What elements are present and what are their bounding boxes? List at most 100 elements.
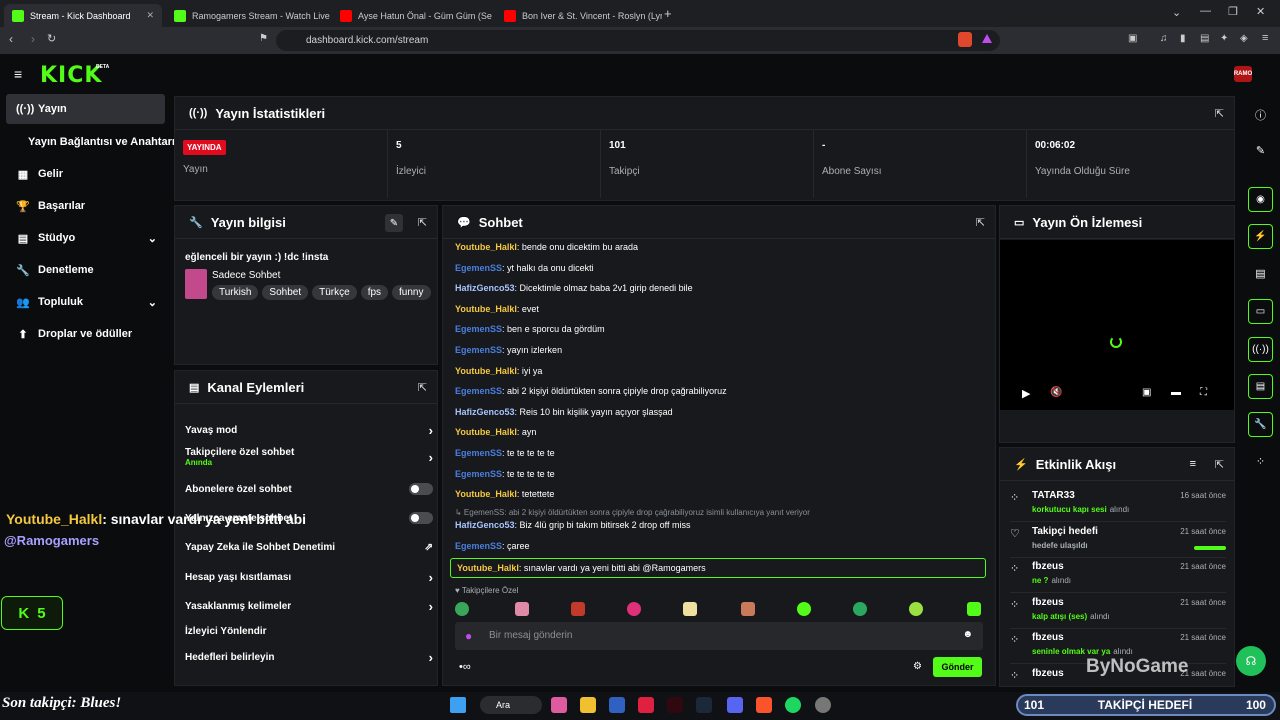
lightning-icon[interactable]: ⚡	[1248, 224, 1273, 249]
sidebar-item-yayin[interactable]: ((·)) Yayın	[6, 94, 165, 124]
theater-icon[interactable]: ▬	[1171, 387, 1181, 398]
music-icon[interactable]: ♫	[1160, 33, 1168, 44]
tab-bon-iver[interactable]: Bon Iver & St. Vincent - Roslyn (Lyrics	[496, 4, 662, 27]
chat-message[interactable]: EgemenSS: te te te te te	[455, 448, 555, 458]
sidebar-icon[interactable]: ▮	[1180, 33, 1186, 44]
emote-icon[interactable]	[741, 602, 755, 616]
edit-icon[interactable]: ✎	[385, 214, 403, 232]
highlighted-chat-message[interactable]: Youtube_Halkl: sınavlar vardı ya yeni bi…	[450, 558, 986, 578]
windows-start-icon[interactable]	[450, 697, 466, 713]
document-icon[interactable]: ▤	[1248, 261, 1273, 286]
tab-ramogamers[interactable]: Ramogamers Stream - Watch Live on	[166, 4, 332, 27]
emote-icon[interactable]	[455, 602, 469, 616]
banned-words-row[interactable]: Yasaklanmış kelimeler ›	[185, 599, 433, 614]
chat-message[interactable]: Youtube_Halkl: ayn	[455, 427, 536, 437]
app-icon[interactable]	[667, 697, 683, 713]
hamburger-icon[interactable]: ≡	[14, 66, 22, 82]
emote-icon[interactable]	[909, 602, 923, 616]
minimize-icon[interactable]: —	[1200, 5, 1211, 17]
tab-ayse-hatun[interactable]: Ayse Hatun Önal - Güm Güm (Se	[332, 4, 496, 27]
close-tab-icon[interactable]: ✕	[138, 10, 154, 21]
bookmark-icon[interactable]: ⚑	[259, 33, 268, 44]
expand-icon[interactable]: ⇱	[1215, 458, 1224, 471]
chat-message[interactable]: HafizGenco53: Reis 10 bin kişilik yayın …	[455, 407, 673, 417]
followers-only-row[interactable]: Takipçilere özel sohbet Anında ›	[185, 447, 433, 467]
back-icon[interactable]: ‹	[9, 32, 13, 46]
brave-rewards-icon[interactable]	[982, 34, 992, 43]
chat-message[interactable]: Youtube_Halkl: tetettete	[455, 489, 554, 499]
app-icon[interactable]	[609, 697, 625, 713]
ai-moderation-row[interactable]: Yapay Zeka ile Sohbet Denetimi ⇗	[185, 542, 433, 553]
emote-icon[interactable]	[571, 602, 585, 616]
emote-icon[interactable]	[627, 602, 641, 616]
expand-icon[interactable]: ⇱	[418, 381, 427, 394]
forward-icon[interactable]: ›	[31, 32, 35, 46]
slow-mode-row[interactable]: Yavaş mod ›	[185, 423, 433, 438]
app-icon[interactable]	[815, 697, 831, 713]
support-icon[interactable]: ☊	[1236, 646, 1266, 676]
wallet-icon[interactable]: ▤	[1200, 33, 1209, 44]
chat-message[interactable]: EgemenSS: yayın izlerken	[455, 345, 562, 355]
fullscreen-icon[interactable]: ⛶	[1200, 387, 1207, 398]
new-tab-button[interactable]: +	[664, 6, 672, 21]
gear-icon[interactable]: ⚙	[913, 661, 922, 672]
sidebar-item-topluluk[interactable]: 👥 Topluluk ⌄	[6, 287, 165, 317]
video-player[interactable]	[1000, 240, 1234, 410]
leo-icon[interactable]: ✦	[1220, 33, 1228, 44]
close-window-icon[interactable]: ✕	[1256, 5, 1265, 18]
user-avatar[interactable]: RAMO	[1234, 66, 1252, 82]
copilot-icon[interactable]	[551, 697, 567, 713]
maximize-icon[interactable]: ❐	[1228, 5, 1238, 18]
chat-message[interactable]: Youtube_Halkl: bende onu dicektim bu ara…	[455, 242, 638, 252]
emote-icon[interactable]	[683, 602, 697, 616]
broadcast-icon[interactable]: ((·))	[1248, 337, 1273, 362]
expand-icon[interactable]: ⇱	[418, 216, 427, 229]
chat-tools-icon[interactable]: •∞	[459, 661, 471, 673]
pencil-icon[interactable]: ✎	[1248, 138, 1273, 163]
spotify-icon[interactable]	[785, 697, 801, 713]
vpn-icon[interactable]: ◈	[1240, 33, 1248, 44]
tab-kick-dashboard[interactable]: Stream - Kick Dashboard ✕	[4, 4, 162, 27]
expand-icon[interactable]: ⇱	[976, 216, 985, 229]
wrench-icon[interactable]: 🔧	[1248, 412, 1273, 437]
sidebar-item-studyo[interactable]: ▤ Stüdyo ⌄	[6, 223, 165, 253]
brave-icon[interactable]	[756, 697, 772, 713]
app-icon[interactable]	[638, 697, 654, 713]
host-row[interactable]: İzleyici Yönlendir	[185, 626, 433, 637]
tab-list-icon[interactable]: ⌄	[1172, 6, 1181, 19]
layout-icon[interactable]: ▤	[1248, 374, 1273, 399]
extensions-icon[interactable]: ▣	[1128, 33, 1137, 44]
send-button[interactable]: Gönder	[933, 657, 982, 677]
emote-only-toggle[interactable]	[409, 512, 433, 524]
sidebar-item-gelir[interactable]: ▦ Gelir	[6, 159, 165, 189]
chat-icon[interactable]: ▭	[1248, 299, 1273, 324]
reload-icon[interactable]: ↻	[47, 32, 56, 45]
menu-icon[interactable]: ≡	[1262, 32, 1268, 44]
expand-icon[interactable]: ⇱	[1215, 107, 1224, 120]
kick-logo[interactable]: KICK	[40, 63, 102, 88]
chat-input[interactable]: Bir mesaj gönderin	[489, 630, 572, 641]
chat-message[interactable]: HafizGenco53: Dicektimle olmaz baba 2v1 …	[455, 283, 693, 293]
chat-message[interactable]: EgemenSS: te te te te te	[455, 469, 555, 479]
sidebar-item-basarilar[interactable]: 🏆 Başarılar	[6, 191, 165, 221]
emote-icon[interactable]	[853, 602, 867, 616]
url-field[interactable]: dashboard.kick.com/stream	[276, 30, 1000, 51]
sidebar-item-denetleme[interactable]: 🔧 Denetleme	[6, 255, 165, 285]
apps-icon[interactable]: ⁘	[1248, 449, 1273, 474]
chat-message[interactable]: EgemenSS: ben e sporcu da gördüm	[455, 324, 605, 334]
mute-icon[interactable]: 🔇	[1050, 387, 1062, 398]
brave-shield-icon[interactable]	[958, 32, 972, 47]
microphone-icon[interactable]: ●	[465, 629, 472, 643]
filter-icon[interactable]: ≡	[1190, 458, 1196, 470]
file-explorer-icon[interactable]	[580, 697, 596, 713]
steam-icon[interactable]	[696, 697, 712, 713]
chat-message[interactable]: EgemenSS: yt halkı da onu dicekti	[455, 263, 594, 273]
sidebar-item-droplar[interactable]: ⬆ Droplar ve ödüller	[6, 319, 165, 349]
account-age-row[interactable]: Hesap yaşı kısıtlaması ›	[185, 570, 433, 585]
discord-icon[interactable]	[727, 697, 743, 713]
chat-message[interactable]: Youtube_Halkl: iyi ya	[455, 366, 542, 376]
goals-row[interactable]: Hedefleri belirleyin ›	[185, 650, 433, 665]
chat-message[interactable]: EgemenSS: çaree	[455, 541, 530, 551]
emote-icon[interactable]	[515, 602, 529, 616]
chat-message[interactable]: HafizGenco53: Biz 4lü grip bi takım biti…	[455, 520, 690, 530]
